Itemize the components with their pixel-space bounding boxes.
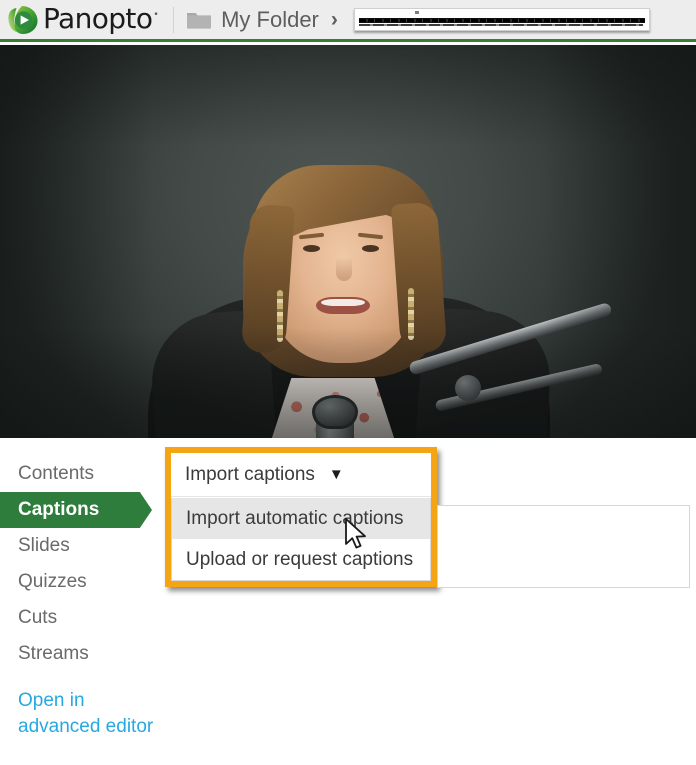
captions-list-area[interactable]	[437, 505, 690, 588]
app-header: Panopto• My Folder ›	[0, 0, 696, 42]
sidebar-item-label: Slides	[18, 535, 70, 556]
editor-sidebar: Contents Captions Slides Quizzes Cuts St…	[0, 456, 165, 740]
import-captions-highlight-box: Import captions ▼ Import automatic capti…	[165, 447, 437, 587]
video-preview[interactable]	[0, 45, 696, 438]
trademark-mark: •	[153, 9, 159, 20]
advanced-editor-link-line1: Open in	[18, 690, 85, 711]
import-captions-dropdown-label: Import captions	[185, 463, 315, 485]
sidebar-item-label: Captions	[18, 499, 100, 520]
folder-icon	[186, 10, 212, 30]
sidebar-item-label: Contents	[18, 463, 95, 484]
open-in-advanced-editor-link[interactable]: Open in advanced editor	[0, 688, 160, 740]
menu-item-import-automatic-captions[interactable]: Import automatic captions	[172, 498, 430, 539]
menu-item-label: Upload or request captions	[186, 548, 414, 570]
menu-item-label: Import automatic captions	[186, 507, 404, 529]
sidebar-item-slides[interactable]: Slides	[0, 528, 165, 564]
import-captions-dropdown-menu: Import automatic captions Upload or requ…	[171, 498, 431, 581]
redaction-tick	[414, 11, 419, 14]
video-vignette	[0, 45, 696, 438]
sidebar-item-label: Cuts	[18, 607, 58, 628]
advanced-editor-link-line2: advanced editor	[18, 716, 154, 737]
brand-text: Panopto	[43, 1, 153, 35]
sidebar-item-quizzes[interactable]: Quizzes	[0, 564, 165, 600]
editor-bottom-panel: Contents Captions Slides Quizzes Cuts St…	[0, 438, 696, 765]
panopto-logo-icon[interactable]	[6, 4, 40, 36]
sidebar-item-label: Quizzes	[18, 571, 87, 592]
panopto-wordmark: Panopto•	[43, 1, 159, 35]
panopto-editor-window: Panopto• My Folder › Contents Captions S…	[0, 0, 696, 765]
header-divider	[173, 6, 175, 33]
import-captions-dropdown-button[interactable]: Import captions ▼	[171, 453, 431, 497]
menu-item-upload-or-request-captions[interactable]: Upload or request captions	[172, 539, 430, 580]
sidebar-item-streams[interactable]: Streams	[0, 636, 165, 672]
sidebar-item-cuts[interactable]: Cuts	[0, 600, 165, 636]
redaction-bar-secondary	[358, 24, 643, 26]
redaction-bar	[358, 18, 645, 23]
breadcrumb-folder-name[interactable]: My Folder	[221, 7, 319, 33]
sidebar-item-contents[interactable]: Contents	[0, 456, 165, 492]
chevron-down-icon: ▼	[328, 466, 344, 483]
chevron-right-icon: ›	[330, 8, 338, 31]
sidebar-item-label: Streams	[18, 643, 89, 664]
sidebar-item-captions[interactable]: Captions	[0, 492, 152, 528]
session-title-redacted[interactable]	[353, 8, 650, 31]
